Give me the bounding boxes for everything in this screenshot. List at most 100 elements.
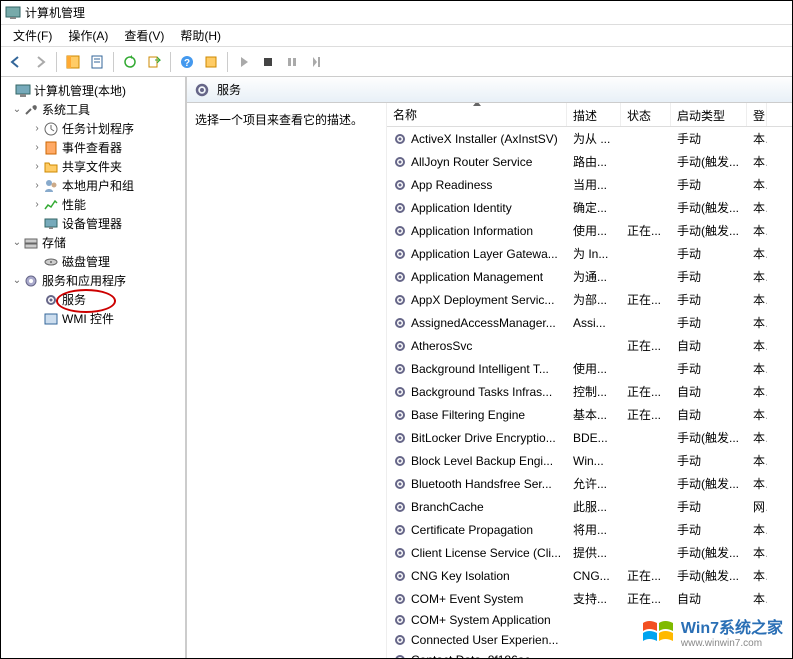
service-row[interactable]: AppX Deployment Servic...为部...正在...手动本 xyxy=(387,288,792,311)
service-name: ActiveX Installer (AxInstSV) xyxy=(411,132,558,146)
tree-root[interactable]: 计算机管理(本地) xyxy=(34,82,126,99)
service-row[interactable]: Base Filtering Engine基本...正在...自动本 xyxy=(387,403,792,426)
window-title: 计算机管理 xyxy=(25,4,85,21)
tree-systools[interactable]: 系统工具 xyxy=(42,101,90,118)
service-row[interactable]: AtherosSvc正在...自动本 xyxy=(387,334,792,357)
service-startup: 自动 xyxy=(671,382,747,401)
service-startup: 手动(触发... xyxy=(671,474,747,493)
service-row[interactable]: Connected User Experien... xyxy=(387,630,792,650)
service-row[interactable]: Certificate Propagation将用...手动本 xyxy=(387,518,792,541)
service-row[interactable]: ActiveX Installer (AxInstSV)为从 ...手动本 xyxy=(387,127,792,150)
service-desc: 允许... xyxy=(567,474,621,493)
gear-icon xyxy=(393,523,407,537)
service-row[interactable]: CNG Key IsolationCNG...正在...手动(触发...本 xyxy=(387,564,792,587)
expand-icon[interactable]: › xyxy=(31,123,43,134)
service-row[interactable]: Block Level Backup Engi...Win...手动本 xyxy=(387,449,792,472)
wmi-icon xyxy=(43,311,59,327)
service-logon: 本 xyxy=(747,359,767,378)
tree-sharedfolders[interactable]: 共享文件夹 xyxy=(62,158,122,175)
menu-action[interactable]: 操作(A) xyxy=(60,25,116,46)
service-row[interactable]: COM+ System Application xyxy=(387,610,792,630)
services-list[interactable]: ActiveX Installer (AxInstSV)为从 ...手动本All… xyxy=(387,127,792,658)
service-row[interactable]: AssignedAccessManager...Assi...手动本 xyxy=(387,311,792,334)
tree-localusers[interactable]: 本地用户和组 xyxy=(62,177,134,194)
service-logon: 本 xyxy=(747,290,767,309)
service-row[interactable]: Application Management为通...手动本 xyxy=(387,265,792,288)
description-panel: 选择一个项目来查看它的描述。 xyxy=(187,103,387,658)
service-name: BranchCache xyxy=(411,500,484,514)
service-status: 正在... xyxy=(621,566,671,585)
gear-icon xyxy=(393,500,407,514)
service-row[interactable]: Background Tasks Infras...控制...正在...自动本 xyxy=(387,380,792,403)
stop-button[interactable] xyxy=(257,51,279,73)
col-logon[interactable]: 登 xyxy=(747,103,767,126)
back-button[interactable] xyxy=(5,51,27,73)
col-desc[interactable]: 描述 xyxy=(567,103,621,126)
properties-button[interactable] xyxy=(86,51,108,73)
service-desc: 控制... xyxy=(567,382,621,401)
service-logon: 本 xyxy=(747,313,767,332)
service-status: 正在... xyxy=(621,405,671,424)
service-row[interactable]: Bluetooth Handsfree Ser...允许...手动(触发...本 xyxy=(387,472,792,495)
service-row[interactable]: Application Layer Gatewa...为 In...手动本 xyxy=(387,242,792,265)
tree-services[interactable]: 服务 xyxy=(62,291,86,308)
service-name: Certificate Propagation xyxy=(411,523,533,537)
service-row[interactable]: BranchCache此服...手动网 xyxy=(387,495,792,518)
expand-icon[interactable]: › xyxy=(31,161,43,172)
service-status xyxy=(621,322,671,324)
gear-icon xyxy=(393,362,407,376)
service-row[interactable]: Application Identity确定...手动(触发...本 xyxy=(387,196,792,219)
tree-eventviewer[interactable]: 事件查看器 xyxy=(62,139,122,156)
pause-button[interactable] xyxy=(281,51,303,73)
service-logon: 本 xyxy=(747,129,767,148)
menu-file[interactable]: 文件(F) xyxy=(5,25,60,46)
clock-icon xyxy=(43,121,59,137)
expand-icon[interactable]: ⌄ xyxy=(11,237,23,248)
col-startup[interactable]: 启动类型 xyxy=(671,103,747,126)
restart-button[interactable] xyxy=(305,51,327,73)
action-button[interactable] xyxy=(200,51,222,73)
tree-diskmgmt[interactable]: 磁盘管理 xyxy=(62,253,110,270)
expand-icon[interactable]: › xyxy=(31,142,43,153)
service-name: BitLocker Drive Encryptio... xyxy=(411,431,556,445)
gear-icon xyxy=(393,224,407,238)
expand-icon[interactable]: › xyxy=(31,199,43,210)
disk-icon xyxy=(43,254,59,270)
service-status: 正在... xyxy=(621,382,671,401)
show-hide-button[interactable] xyxy=(62,51,84,73)
service-name: CNG Key Isolation xyxy=(411,569,510,583)
tree-storage[interactable]: 存储 xyxy=(42,234,66,251)
service-desc: 确定... xyxy=(567,198,621,217)
tree-performance[interactable]: 性能 xyxy=(62,196,86,213)
menu-help[interactable]: 帮助(H) xyxy=(172,25,229,46)
refresh-button[interactable] xyxy=(119,51,141,73)
service-row[interactable]: Background Intelligent T...使用...手动本 xyxy=(387,357,792,380)
forward-button[interactable] xyxy=(29,51,51,73)
service-row[interactable]: COM+ Event System支持...正在...自动本 xyxy=(387,587,792,610)
service-row[interactable]: App Readiness当用...手动本 xyxy=(387,173,792,196)
gear-icon xyxy=(393,653,407,658)
expand-icon[interactable]: › xyxy=(31,180,43,191)
nav-tree[interactable]: 计算机管理(本地) ⌄ 系统工具 › 任务计划程序 › 事件查看器 › 共享文件夹 › 本… xyxy=(1,77,186,658)
expand-icon[interactable]: ⌄ xyxy=(11,275,23,286)
tree-devmgr[interactable]: 设备管理器 xyxy=(62,215,122,232)
help-button[interactable]: ? xyxy=(176,51,198,73)
service-desc xyxy=(567,345,621,347)
export-button[interactable] xyxy=(143,51,165,73)
service-status xyxy=(621,506,671,508)
service-logon: 本 xyxy=(747,175,767,194)
tree-scheduler[interactable]: 任务计划程序 xyxy=(62,120,134,137)
service-row[interactable]: Client License Service (Cli...提供...手动(触发… xyxy=(387,541,792,564)
tree-servicesapps[interactable]: 服务和应用程序 xyxy=(42,272,126,289)
expand-icon[interactable]: ⌄ xyxy=(11,104,23,115)
tree-wmi[interactable]: WMI 控件 xyxy=(62,310,114,327)
play-button[interactable] xyxy=(233,51,255,73)
gear-icon xyxy=(393,339,407,353)
service-row[interactable]: AllJoyn Router Service路由...手动(触发...本 xyxy=(387,150,792,173)
col-status[interactable]: 状态 xyxy=(621,103,671,126)
service-row[interactable]: BitLocker Drive Encryptio...BDE...手动(触发.… xyxy=(387,426,792,449)
service-row[interactable]: Application Information使用...正在...手动(触发..… xyxy=(387,219,792,242)
service-row[interactable]: Contact Data_8f186ac xyxy=(387,650,792,658)
menu-view[interactable]: 查看(V) xyxy=(116,25,172,46)
col-name[interactable]: 名称 xyxy=(387,103,567,126)
